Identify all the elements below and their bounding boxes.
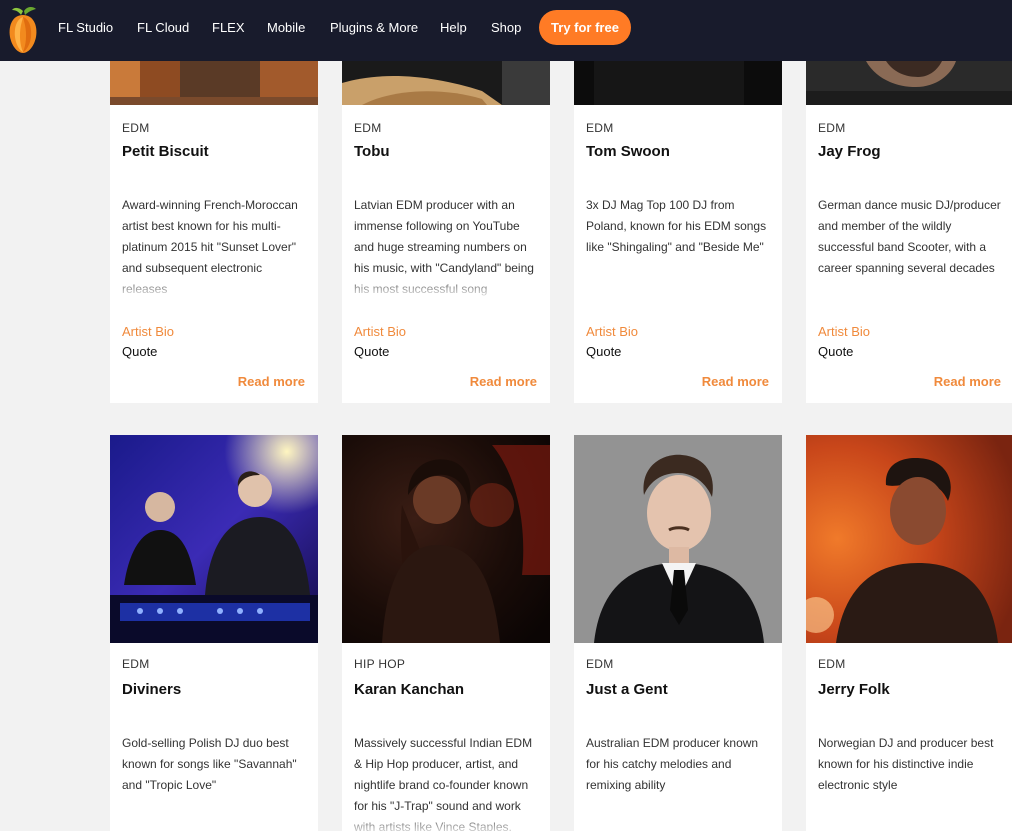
artist-description: Australian EDM producer known for his ca… [586, 736, 759, 792]
read-more-link[interactable]: Read more [702, 374, 769, 389]
artist-card-tom-swoon: EDM Tom Swoon 3x DJ Mag Top 100 DJ from … [574, 61, 782, 403]
genre-label: EDM [122, 657, 150, 671]
artist-bio-link[interactable]: Artist Bio [354, 324, 406, 339]
artist-description: German dance music DJ/producer and membe… [818, 198, 1001, 275]
artist-name: Petit Biscuit [122, 143, 209, 160]
description-fade [342, 276, 550, 300]
artist-bio-link[interactable]: Artist Bio [818, 324, 870, 339]
artist-card-just-a-gent: EDM Just a Gent Australian EDM producer … [574, 435, 782, 831]
artist-description: 3x DJ Mag Top 100 DJ from Poland, known … [586, 198, 767, 254]
artist-bio-link[interactable]: Artist Bio [122, 324, 174, 339]
artist-name: Tom Swoon [586, 143, 670, 160]
artist-photo[interactable] [110, 61, 318, 105]
nav-flex[interactable]: FLEX [212, 20, 245, 35]
artist-card-karan-kanchan: HIP HOP Karan Kanchan Massively successf… [342, 435, 550, 831]
artist-name: Diviners [122, 681, 182, 698]
description-fade [806, 276, 1012, 300]
artist-card-diviners: EDM Diviners Gold-selling Polish DJ duo … [110, 435, 318, 831]
artist-name: Jerry Folk [818, 681, 890, 698]
nav-fl-studio[interactable]: FL Studio [58, 20, 113, 35]
artist-card-tobu: EDM Tobu Latvian EDM producer with an im… [342, 61, 550, 403]
description-fade [342, 813, 550, 831]
artist-photo[interactable] [342, 435, 550, 643]
genre-label: EDM [818, 657, 846, 671]
artist-bio-link[interactable]: Artist Bio [586, 324, 638, 339]
nav-plugins-more[interactable]: Plugins & More [330, 20, 418, 35]
nav-help[interactable]: Help [440, 20, 467, 35]
artist-photo[interactable] [806, 435, 1012, 643]
nav-shop[interactable]: Shop [491, 20, 521, 35]
artist-photo[interactable] [806, 61, 1012, 105]
quote-label: Quote [818, 344, 854, 359]
artist-description: Norwegian DJ and producer best known for… [818, 736, 994, 792]
genre-label: EDM [586, 121, 614, 135]
nav-fl-cloud[interactable]: FL Cloud [137, 20, 189, 35]
quote-label: Quote [586, 344, 622, 359]
top-navigation: FL Studio FL Cloud FLEX Mobile Plugins &… [0, 0, 1012, 61]
description-fade [110, 276, 318, 300]
try-for-free-button[interactable]: Try for free [539, 10, 631, 45]
genre-label: EDM [586, 657, 614, 671]
artist-photo[interactable] [574, 435, 782, 643]
genre-label: EDM [354, 121, 382, 135]
artist-card-jerry-folk: EDM Jerry Folk Norwegian DJ and producer… [806, 435, 1012, 831]
read-more-link[interactable]: Read more [470, 374, 537, 389]
genre-label: EDM [122, 121, 150, 135]
artist-name: Tobu [354, 143, 390, 160]
quote-label: Quote [354, 344, 390, 359]
nav-mobile[interactable]: Mobile [267, 20, 305, 35]
read-more-link[interactable]: Read more [238, 374, 305, 389]
fl-studio-logo-icon[interactable] [5, 5, 41, 55]
artist-name: Karan Kanchan [354, 681, 465, 698]
quote-label: Quote [122, 344, 158, 359]
artist-photo[interactable] [574, 61, 782, 105]
artist-card-petit-biscuit: EDM Petit Biscuit Award-winning French-M… [110, 61, 318, 403]
artist-description: Gold-selling Polish DJ duo best known fo… [122, 736, 297, 792]
artist-card-jay-frog: EDM Jay Frog German dance music DJ/produ… [806, 61, 1012, 403]
genre-label: EDM [818, 121, 846, 135]
read-more-link[interactable]: Read more [934, 374, 1001, 389]
artist-photo[interactable] [110, 435, 318, 643]
artist-name: Just a Gent [586, 681, 668, 698]
artist-photo[interactable] [342, 61, 550, 105]
artist-name: Jay Frog [818, 143, 881, 160]
genre-label: HIP HOP [354, 657, 406, 671]
